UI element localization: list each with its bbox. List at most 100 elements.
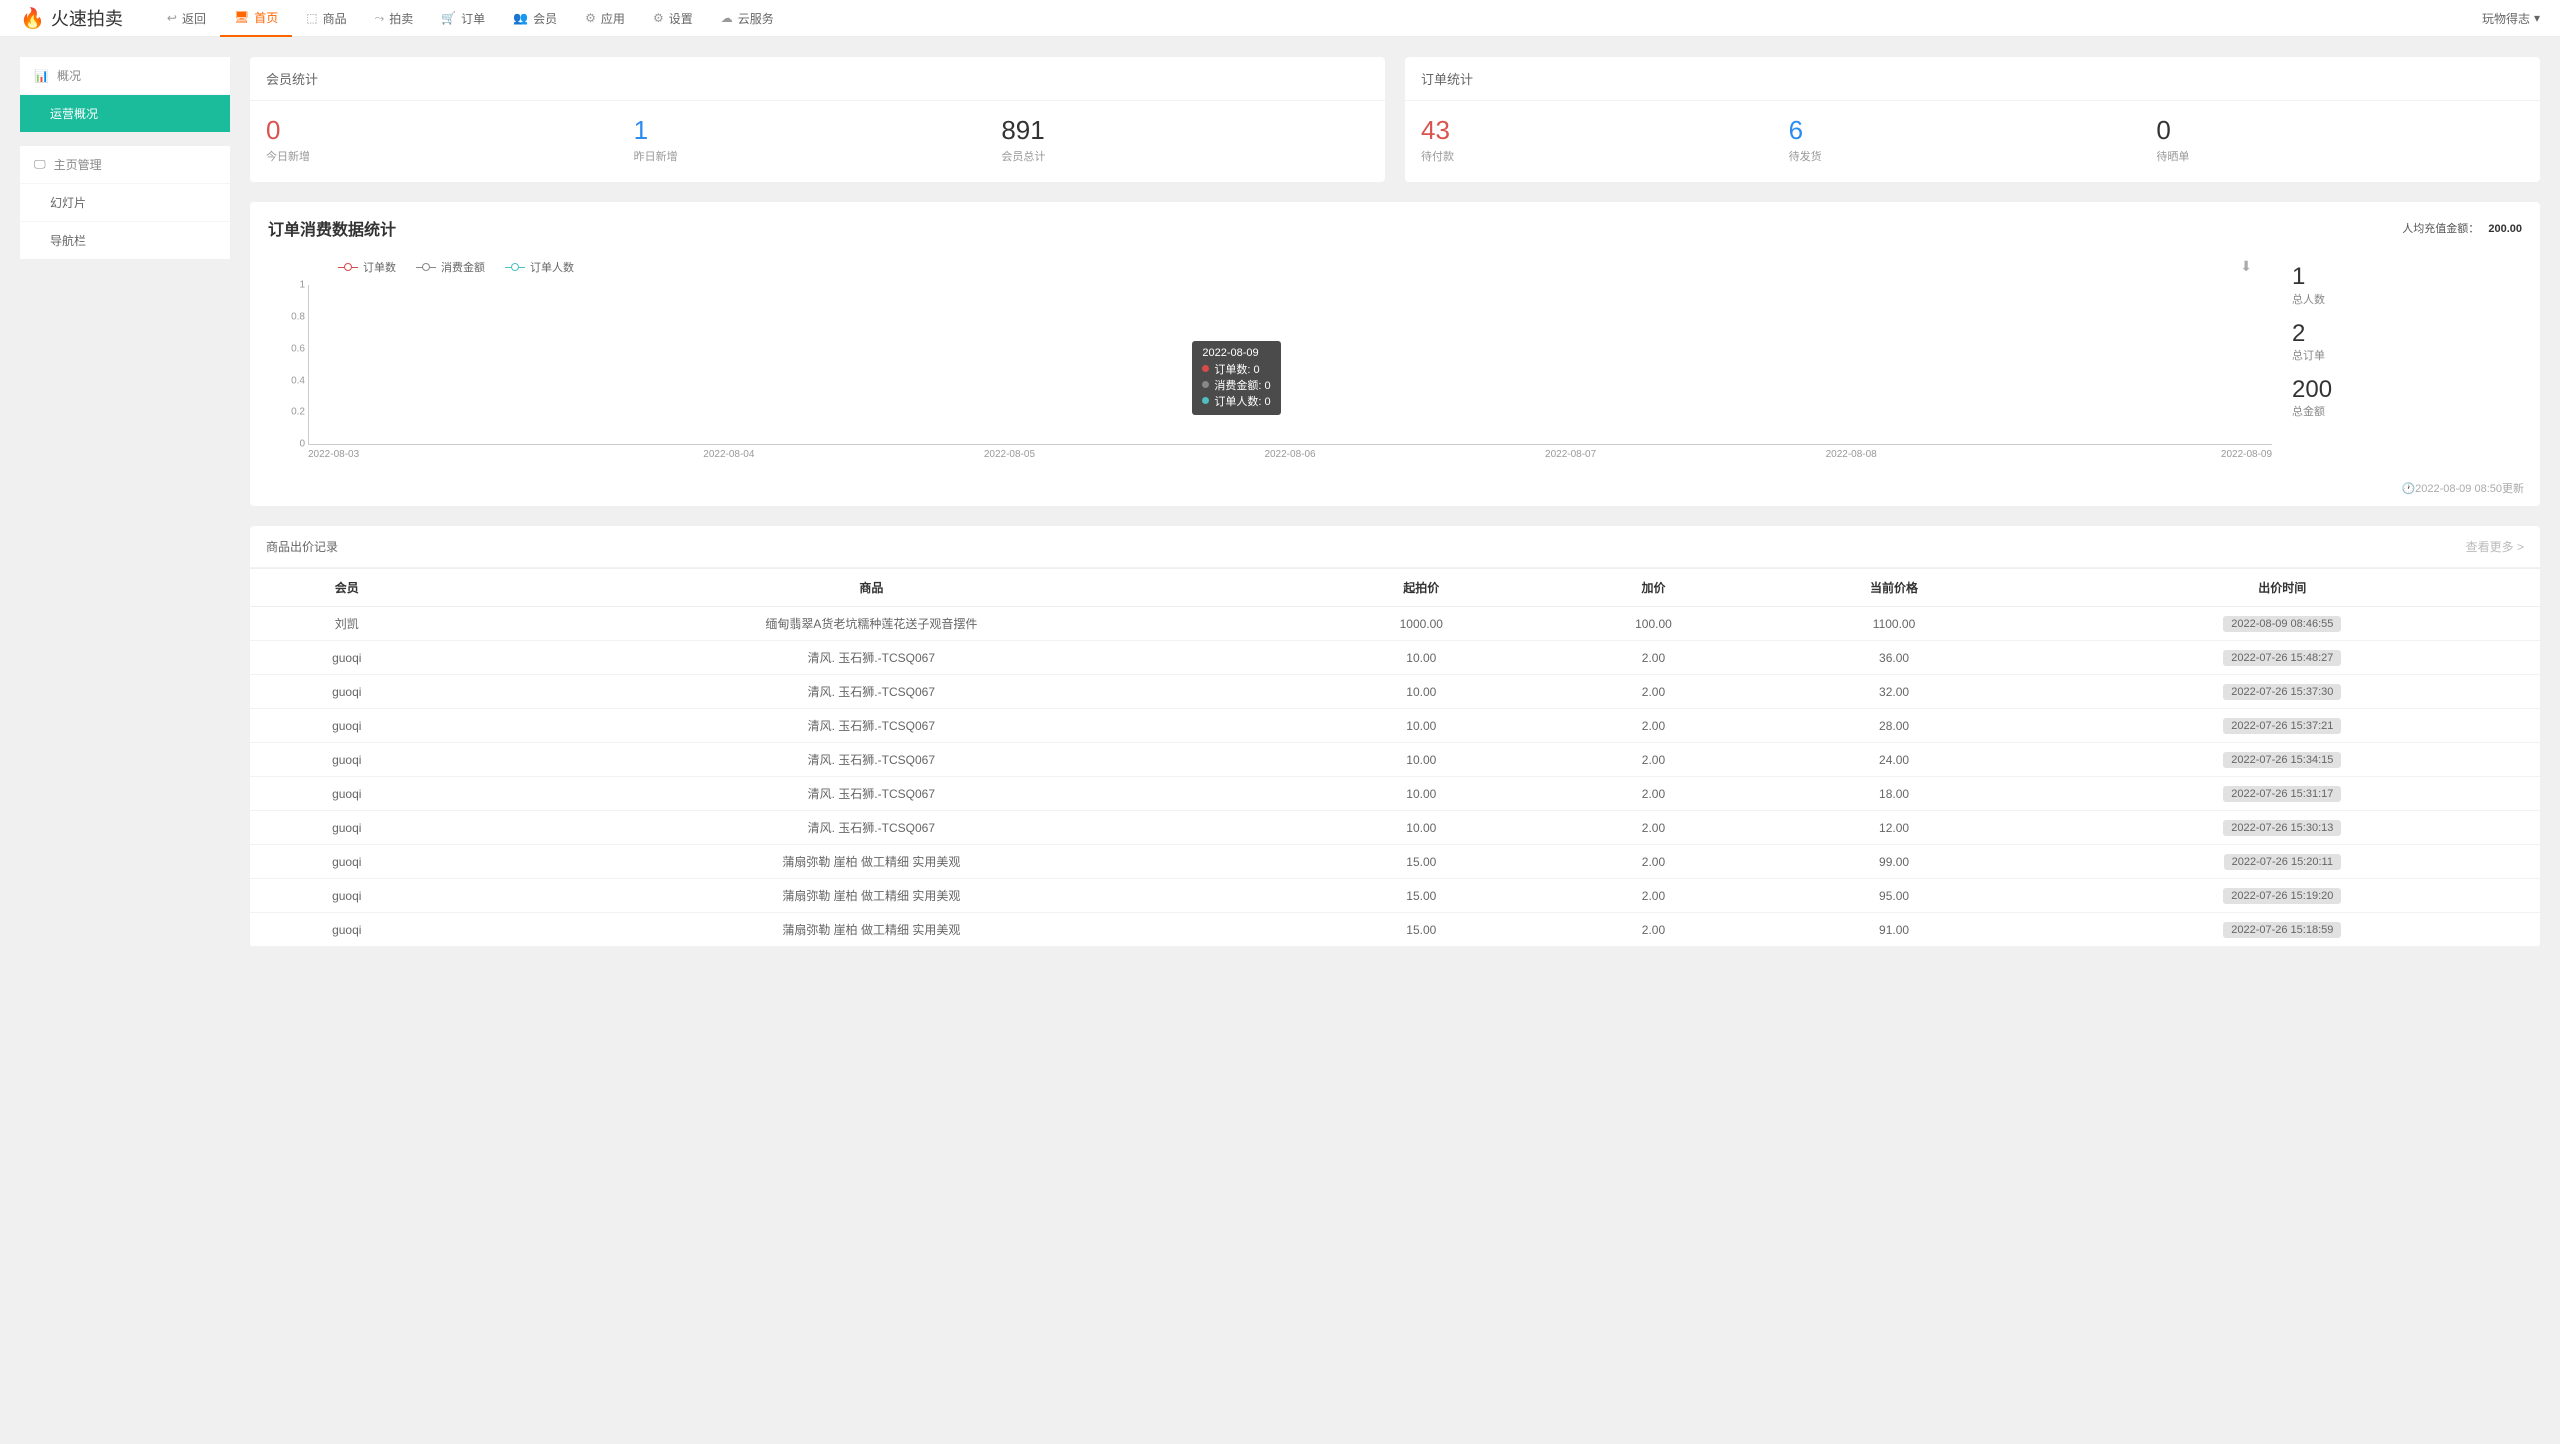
cell-current-price: 18.00 xyxy=(1764,777,2025,811)
table-row[interactable]: guoqi清风. 玉石狮.-TCSQ06710.002.0024.002022-… xyxy=(250,743,2540,777)
side-stat-total-amount: 200 总金额 xyxy=(2292,377,2502,419)
legend-label: 消费金额 xyxy=(441,259,485,275)
cell-member: 刘凯 xyxy=(250,607,444,641)
cell-member: guoqi xyxy=(250,743,444,777)
user-dropdown[interactable]: 玩物得志 ▾ xyxy=(2482,10,2540,27)
nav-app[interactable]: ⚙应用 xyxy=(571,0,639,37)
stat-today-new: 0 今日新增 xyxy=(266,115,634,164)
side-stat-value: 200 xyxy=(2292,377,2502,403)
chart-row: 订单数 消费金额 订单人数 ⬇ 2022-08-09 订单数: 0 消费金额: … xyxy=(250,254,2540,474)
sidebar-item-slideshow[interactable]: 幻灯片 xyxy=(20,183,230,221)
table-row[interactable]: 刘凯缅甸翡翠A货老坑糯种莲花送子观音摆件1000.00100.001100.00… xyxy=(250,607,2540,641)
cell-product: 清风. 玉石狮.-TCSQ067 xyxy=(444,777,1300,811)
nav-home[interactable]: 🖥 首页 xyxy=(220,0,292,37)
sidebar: 📊 概况 运营概况 🖵 主页管理 幻灯片 导航栏 xyxy=(20,57,230,947)
table-row[interactable]: guoqi蒲扇弥勒 崖柏 做工精细 实用美观15.002.0091.002022… xyxy=(250,913,2540,947)
cell-bid-time: 2022-07-26 15:18:59 xyxy=(2025,913,2540,947)
cell-current-price: 36.00 xyxy=(1764,641,2025,675)
desktop-icon: 🖥 xyxy=(234,10,249,24)
nav-cloud[interactable]: ☁云服务 xyxy=(707,0,788,37)
stat-pending-ship: 6 待发货 xyxy=(1789,115,2157,164)
y-tick: 0.6 xyxy=(279,343,305,354)
stat-pending-review: 0 待晒单 xyxy=(2156,115,2524,164)
cell-current-price: 1100.00 xyxy=(1764,607,2025,641)
y-tick: 0.2 xyxy=(279,407,305,418)
reply-icon: ↩ xyxy=(167,11,177,25)
legend-label: 订单数 xyxy=(363,259,396,275)
cell-current-price: 99.00 xyxy=(1764,845,2025,879)
brand-logo[interactable]: 🔥 火速拍卖 xyxy=(20,5,123,31)
stat-pending-pay: 43 待付款 xyxy=(1421,115,1789,164)
sidebar-group-home-manage[interactable]: 🖵 主页管理 xyxy=(20,146,230,183)
sidebar-group-overview[interactable]: 📊 概况 xyxy=(20,57,230,94)
order-consumption-panel: 订单消费数据统计 人均充值金额： 200.00 订单数 消费金额 订单人数 ⬇ xyxy=(250,202,2540,506)
cell-bid-time: 2022-08-09 08:46:55 xyxy=(2025,607,2540,641)
table-row[interactable]: guoqi清风. 玉石狮.-TCSQ06710.002.0012.002022-… xyxy=(250,811,2540,845)
cell-member: guoqi xyxy=(250,845,444,879)
time-badge: 2022-07-26 15:37:30 xyxy=(2223,684,2341,700)
chart-canvas[interactable]: 2022-08-09 订单数: 0 消费金额: 0 订单人数: 0 00.20.… xyxy=(308,285,2272,445)
table-row[interactable]: guoqi蒲扇弥勒 崖柏 做工精细 实用美观15.002.0095.002022… xyxy=(250,879,2540,913)
dot-icon xyxy=(1202,397,1209,404)
legend-marker-icon xyxy=(505,263,525,271)
table-row[interactable]: guoqi清风. 玉石狮.-TCSQ06710.002.0028.002022-… xyxy=(250,709,2540,743)
tooltip-text: 消费金额: 0 xyxy=(1214,377,1270,393)
sidebar-gap xyxy=(20,132,230,146)
cell-product: 蒲扇弥勒 崖柏 做工精细 实用美观 xyxy=(444,879,1300,913)
stat-total-members: 891 会员总计 xyxy=(1001,115,1369,164)
order-stats-card: 订单统计 43 待付款 6 待发货 0 待晒单 xyxy=(1405,57,2540,182)
legend-persons[interactable]: 订单人数 xyxy=(505,259,574,275)
stat-value: 43 xyxy=(1421,115,1789,146)
nav-back-label: 返回 xyxy=(182,10,206,27)
nav-member[interactable]: 👥会员 xyxy=(499,0,571,37)
cell-current-price: 91.00 xyxy=(1764,913,2025,947)
cell-increment: 100.00 xyxy=(1543,607,1763,641)
avg-recharge-value: 200.00 xyxy=(2488,223,2522,235)
cell-increment: 2.00 xyxy=(1543,675,1763,709)
cell-increment: 2.00 xyxy=(1543,845,1763,879)
cell-increment: 2.00 xyxy=(1543,777,1763,811)
cell-bid-time: 2022-07-26 15:34:15 xyxy=(2025,743,2540,777)
y-tick: 1 xyxy=(279,280,305,291)
nav-product-label: 商品 xyxy=(323,10,347,27)
dot-icon xyxy=(1202,381,1209,388)
time-badge: 2022-07-26 15:18:59 xyxy=(2223,922,2341,938)
download-icon[interactable]: ⬇ xyxy=(2240,258,2252,275)
stat-value: 6 xyxy=(1789,115,2157,146)
sidebar-item-operation-overview[interactable]: 运营概况 xyxy=(20,94,230,132)
cell-bid-time: 2022-07-26 15:19:20 xyxy=(2025,879,2540,913)
chevron-down-icon: ▾ xyxy=(2534,11,2540,25)
th-bid-time: 出价时间 xyxy=(2025,569,2540,607)
legend-marker-icon xyxy=(416,263,436,271)
nav-back[interactable]: ↩ 返回 xyxy=(153,0,220,37)
table-row[interactable]: guoqi清风. 玉石狮.-TCSQ06710.002.0036.002022-… xyxy=(250,641,2540,675)
cell-product: 清风. 玉石狮.-TCSQ067 xyxy=(444,743,1300,777)
tooltip-row-orders: 订单数: 0 xyxy=(1202,361,1270,377)
nav-product[interactable]: ⬚商品 xyxy=(292,0,360,37)
cell-increment: 2.00 xyxy=(1543,913,1763,947)
side-stat-value: 1 xyxy=(2292,264,2502,290)
top-navbar: 🔥 火速拍卖 ↩ 返回 🖥 首页 ⬚商品 ⤳拍卖 🛒订单 👥会员 ⚙应用 ⚙设置 ☁… xyxy=(0,0,2560,37)
view-more-link[interactable]: 查看更多 > xyxy=(2466,538,2524,555)
legend-orders[interactable]: 订单数 xyxy=(338,259,396,275)
sidebar-overview-label: 概况 xyxy=(57,67,81,84)
sidebar-item-navbar[interactable]: 导航栏 xyxy=(20,221,230,259)
cell-start-price: 15.00 xyxy=(1299,879,1543,913)
legend-amount[interactable]: 消费金额 xyxy=(416,259,485,275)
nav-auction[interactable]: ⤳拍卖 xyxy=(361,0,428,37)
chart-tooltip: 2022-08-09 订单数: 0 消费金额: 0 订单人数: 0 xyxy=(1192,341,1280,415)
nav-order[interactable]: 🛒订单 xyxy=(427,0,499,37)
table-row[interactable]: guoqi清风. 玉石狮.-TCSQ06710.002.0018.002022-… xyxy=(250,777,2540,811)
tooltip-date: 2022-08-09 xyxy=(1202,347,1270,359)
table-row[interactable]: guoqi蒲扇弥勒 崖柏 做工精细 实用美观15.002.0099.002022… xyxy=(250,845,2540,879)
side-stat-label: 总金额 xyxy=(2292,403,2502,419)
time-badge: 2022-08-09 08:46:55 xyxy=(2223,616,2341,632)
side-stat-total-persons: 1 总人数 xyxy=(2292,264,2502,306)
nav-setting[interactable]: ⚙设置 xyxy=(639,0,707,37)
legend-marker-icon xyxy=(338,263,358,271)
cell-product: 清风. 玉石狮.-TCSQ067 xyxy=(444,641,1300,675)
nav-home-label: 首页 xyxy=(254,9,278,26)
table-row[interactable]: guoqi清风. 玉石狮.-TCSQ06710.002.0032.002022-… xyxy=(250,675,2540,709)
cell-current-price: 32.00 xyxy=(1764,675,2025,709)
stat-label: 昨日新增 xyxy=(634,148,1002,164)
